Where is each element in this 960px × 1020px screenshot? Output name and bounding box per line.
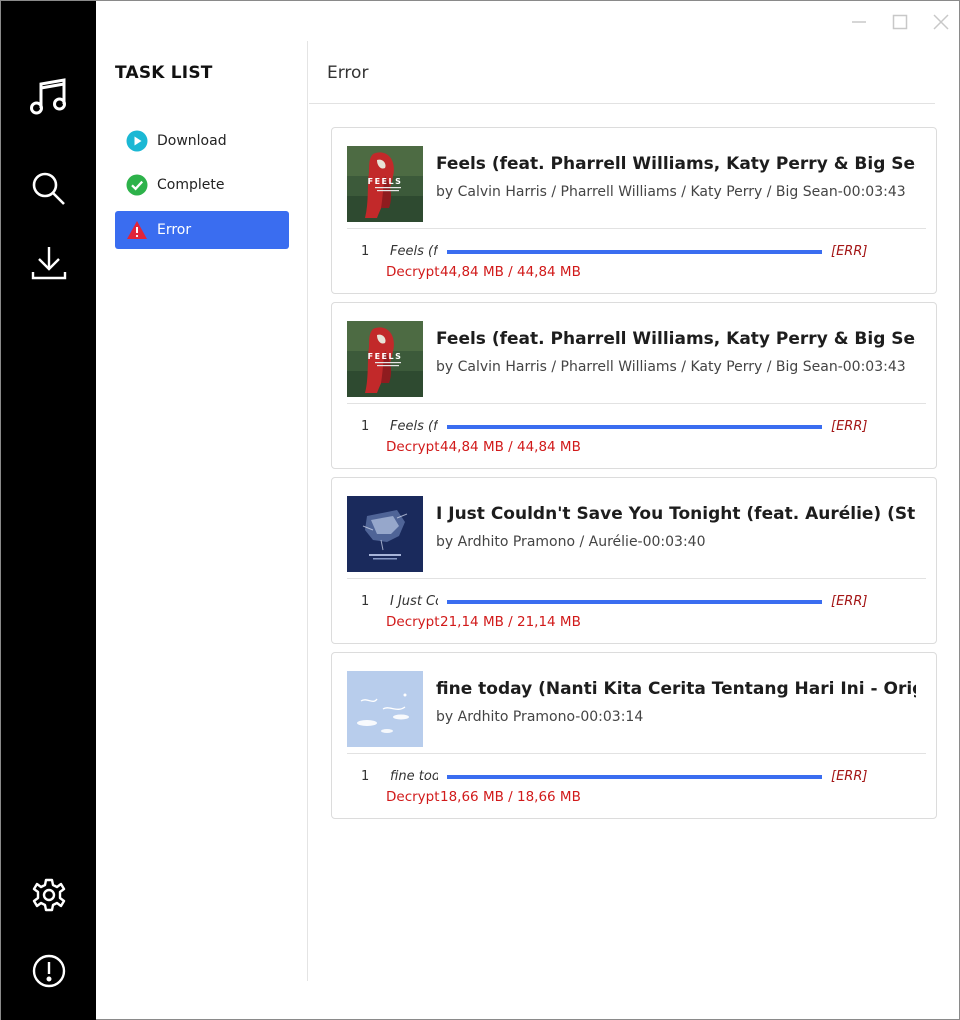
file-size: 44,84 MB / 44,84 MB [440,264,581,280]
task-card[interactable]: FEELS Feels (feat. Pharrell Williams, Ka… [331,127,937,294]
feels-cover: FEELS [347,321,423,397]
file-size: 18,66 MB / 18,66 MB [440,789,581,805]
gear-icon[interactable] [24,870,74,920]
progress-fill [447,775,822,779]
progress-bar [447,600,822,604]
progress-bar [447,250,822,254]
error-badge: [ERR] [831,594,868,609]
nav-item-label: Complete [157,177,225,193]
error-badge: [ERR] [831,419,868,434]
task-list-title: TASK LIST [115,63,213,83]
svg-text:FEELS: FEELS [368,352,403,361]
status-text: Decrypt failed [386,439,440,455]
download-icon[interactable] [24,238,74,288]
sidebar-rail [1,1,96,1020]
nav-item-label: Download [157,133,227,149]
close-icon[interactable] [929,11,953,33]
file-name: I Just Couldn't Save You Tonight [390,594,438,609]
row-index: 1 [361,244,370,259]
info-icon[interactable] [24,946,74,996]
app-window: TASK LIST Download Complete Error Error [0,0,960,1020]
status-text: Decrypt failed [386,789,440,805]
progress-bar [447,425,822,429]
task-title: Feels (feat. Pharrell Williams, Katy Per… [436,329,916,349]
progress-bar [447,775,822,779]
task-card[interactable]: fine today (Nanti Kita Cerita Tentang Ha… [331,652,937,819]
file-name: Feels (feat. Pharrell Williams, Katy Per… [390,419,438,434]
error-badge: [ERR] [831,244,868,259]
nav-item-label: Error [157,222,192,238]
task-list-panel: TASK LIST Download Complete Error [96,41,308,981]
task-subtitle: by Ardhito Pramono-00:03:14 [436,709,644,725]
divider [309,103,935,104]
svg-text:FEELS: FEELS [368,177,403,186]
divider [347,753,926,754]
error-badge: [ERR] [831,769,868,784]
progress-fill [447,250,822,254]
row-index: 1 [361,594,370,609]
task-subtitle: by Ardhito Pramono / Aurélie-00:03:40 [436,534,706,550]
progress-fill [447,425,822,429]
page-title: Error [327,63,369,83]
file-name: fine today [390,769,438,784]
music-icon[interactable] [24,71,74,121]
status-text: Decrypt failed [386,614,440,630]
divider [347,228,926,229]
nav-item-download[interactable]: Download [115,122,289,160]
file-name: Feels (feat. Pharrell Williams, Katy Per… [390,244,438,259]
main-panel: Error FEELS Feels (feat. Pharrell Willia… [309,41,959,1001]
minimize-icon[interactable] [847,11,871,33]
play-circle-icon [126,130,148,152]
task-title: I Just Couldn't Save You Tonight (feat. … [436,504,916,524]
task-subtitle: by Calvin Harris / Pharrell Williams / K… [436,359,906,375]
check-circle-icon [126,174,148,196]
file-size: 21,14 MB / 21,14 MB [440,614,581,630]
maximize-icon[interactable] [888,11,912,33]
nav-item-complete[interactable]: Complete [115,166,289,204]
file-size: 44,84 MB / 44,84 MB [440,439,581,455]
row-index: 1 [361,419,370,434]
save-you-cover [347,496,423,572]
search-icon[interactable] [24,164,74,214]
task-card[interactable]: FEELS Feels (feat. Pharrell Williams, Ka… [331,302,937,469]
divider [347,578,926,579]
task-card[interactable]: I Just Couldn't Save You Tonight (feat. … [331,477,937,644]
divider [347,403,926,404]
nav-item-error[interactable]: Error [115,211,289,249]
feels-cover: FEELS [347,146,423,222]
task-title: Feels (feat. Pharrell Williams, Katy Per… [436,154,916,174]
warning-icon [126,219,148,241]
progress-fill [447,600,822,604]
fine-today-cover [347,671,423,747]
row-index: 1 [361,769,370,784]
status-text: Decrypt failed [386,264,440,280]
task-subtitle: by Calvin Harris / Pharrell Williams / K… [436,184,906,200]
task-title: fine today (Nanti Kita Cerita Tentang Ha… [436,679,916,699]
